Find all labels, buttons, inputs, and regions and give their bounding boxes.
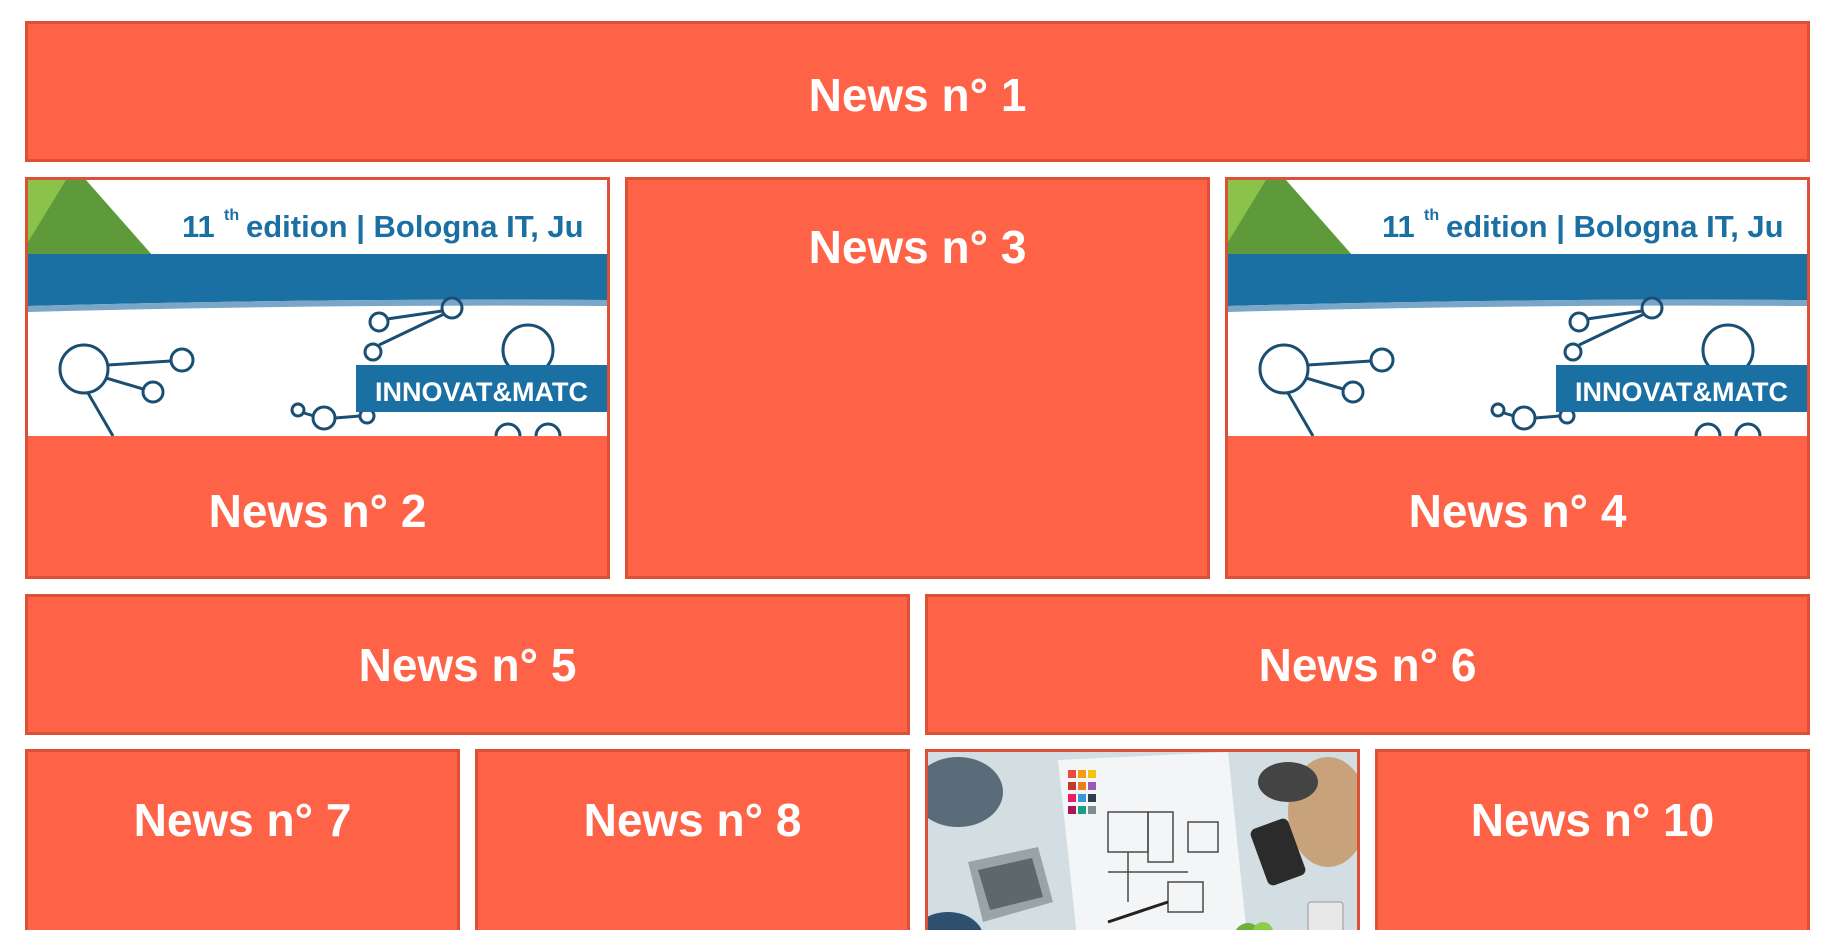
news-tile-4[interactable]: 11 th edition | Bologna IT, Ju INNOVAT&M… xyxy=(1225,177,1810,579)
banner-tag-text: INNOVAT&MATC xyxy=(1575,377,1788,407)
news-tile-9[interactable] xyxy=(925,749,1360,930)
banner-edition-number: 11 xyxy=(182,209,215,244)
banner-edition-number: 11 xyxy=(1382,209,1415,244)
news-tile-8[interactable]: News n° 8 xyxy=(475,749,910,930)
innovatmatch-banner-image: 11 th edition | Bologna IT, Ju INNOVAT&M… xyxy=(1228,180,1807,436)
news-grid: News n° 1 11 th edition | Bologna IT, Ju xyxy=(0,0,1839,930)
news-title: News n° 3 xyxy=(808,221,1027,273)
news-title: News n° 6 xyxy=(1258,639,1477,691)
news-tile-5[interactable]: News n° 5 xyxy=(25,594,910,735)
news-title: News n° 2 xyxy=(208,485,427,537)
banner-edition-suffix: th xyxy=(1424,207,1439,224)
banner-edition-suffix: th xyxy=(224,207,239,224)
innovatmatch-banner-image: 11 th edition | Bologna IT, Ju INNOVAT&M… xyxy=(28,180,607,436)
news-tile-1[interactable]: News n° 1 xyxy=(25,21,1810,162)
news-title: News n° 4 xyxy=(1408,485,1627,537)
news-title: News n° 7 xyxy=(133,794,352,846)
news-title: News n° 10 xyxy=(1470,794,1715,846)
news-title: News n° 1 xyxy=(808,69,1027,121)
news-tile-10[interactable]: News n° 10 xyxy=(1375,749,1810,930)
banner-edition-text: edition | Bologna IT, Ju xyxy=(246,209,584,244)
news-title: News n° 8 xyxy=(583,794,802,846)
news-tile-6[interactable]: News n° 6 xyxy=(925,594,1810,735)
team-meeting-photo-image xyxy=(928,752,1357,930)
banner-tag-text: INNOVAT&MATC xyxy=(375,377,588,407)
news-tile-3[interactable]: News n° 3 xyxy=(625,177,1210,579)
news-tile-7[interactable]: News n° 7 xyxy=(25,749,460,930)
news-tile-2[interactable]: 11 th edition | Bologna IT, Ju INNOVAT&M… xyxy=(25,177,610,579)
banner-edition-text: edition | Bologna IT, Ju xyxy=(1446,209,1784,244)
news-title: News n° 5 xyxy=(358,639,577,691)
